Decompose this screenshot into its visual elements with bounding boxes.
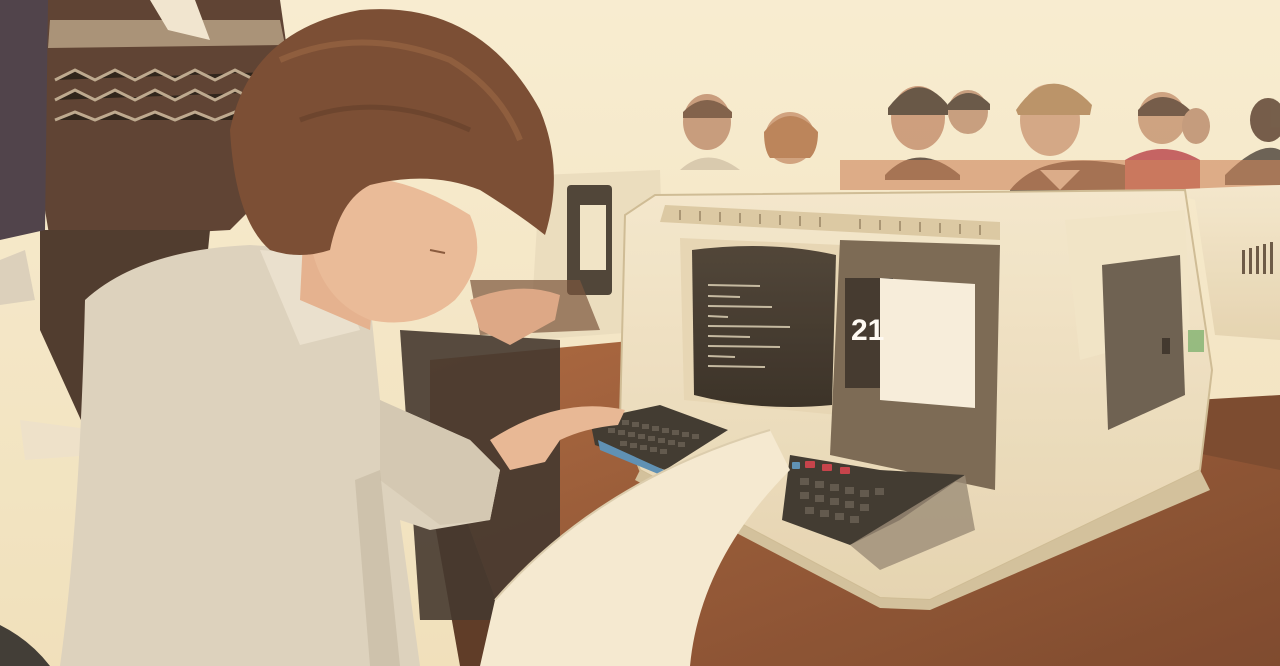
vintage-tone-overlay bbox=[0, 0, 1280, 666]
photo-illustration: 21 bbox=[0, 0, 1280, 666]
photo-scene: 21 bbox=[0, 0, 1280, 666]
